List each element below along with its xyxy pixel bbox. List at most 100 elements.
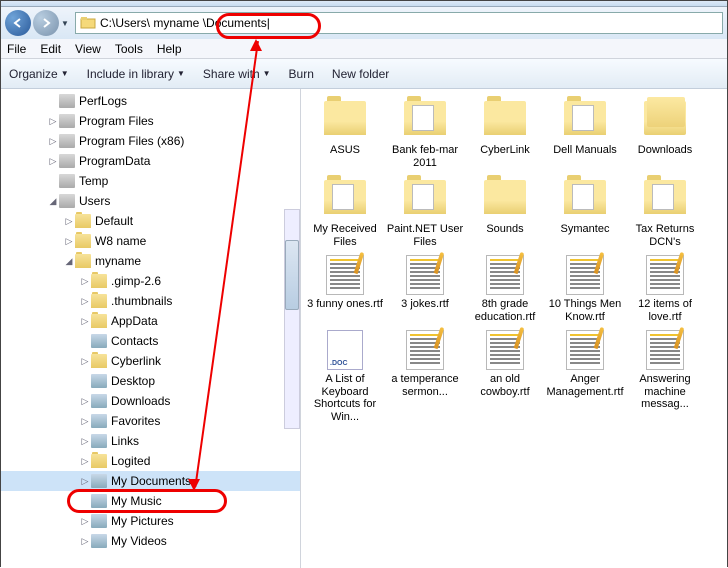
file-item[interactable]: Tax Returns DCN's [625, 176, 705, 249]
file-item[interactable]: My Received Files [305, 176, 385, 249]
tree-item[interactable]: Temp [1, 171, 300, 191]
tree-item[interactable]: ▷Program Files [1, 111, 300, 131]
expander-icon[interactable]: ▷ [79, 296, 91, 307]
tree-item[interactable]: ▷Logited [1, 451, 300, 471]
tree-item[interactable]: ▷ .thumbnails [1, 291, 300, 311]
file-label: Answering machine messag... [625, 373, 705, 411]
expander-icon[interactable]: ▷ [79, 456, 91, 467]
tree-item[interactable]: My Music [1, 491, 300, 511]
folder-icon [321, 180, 369, 220]
tree-item-label: My Music [111, 494, 162, 508]
file-item[interactable]: 10 Things Men Know.rtf [545, 255, 625, 324]
drive-icon [59, 134, 75, 148]
tree-item[interactable]: ▷Downloads [1, 391, 300, 411]
file-item[interactable]: Paint.NET User Files [385, 176, 465, 249]
tree-item[interactable]: Contacts [1, 331, 300, 351]
file-item[interactable]: CyberLink [465, 97, 545, 170]
scrollbar-thumb[interactable] [285, 240, 299, 310]
file-item[interactable]: 8th grade education.rtf [465, 255, 545, 324]
file-item[interactable]: Answering machine messag... [625, 330, 705, 424]
menu-tools[interactable]: Tools [115, 42, 143, 56]
address-bar[interactable]: C:\Users\ myname \Documents| [75, 12, 723, 34]
tree-item[interactable]: ▷ProgramData [1, 151, 300, 171]
tree-item[interactable]: ▷My Videos [1, 531, 300, 551]
history-dropdown[interactable]: ▼ [61, 19, 73, 28]
tree-item[interactable]: ▷Default [1, 211, 300, 231]
file-item[interactable]: Dell Manuals [545, 97, 625, 170]
chevron-down-icon: ▼ [177, 69, 185, 78]
forward-button[interactable] [33, 10, 59, 36]
file-item[interactable]: 12 items of love.rtf [625, 255, 705, 324]
menu-help[interactable]: Help [157, 42, 182, 56]
file-item[interactable]: 3 funny ones.rtf [305, 255, 385, 324]
expander-icon[interactable]: ◢ [63, 256, 75, 267]
expander-icon[interactable]: ▷ [47, 136, 59, 147]
file-item[interactable]: a temperance sermon... [385, 330, 465, 424]
sys-icon [91, 494, 107, 508]
expander-icon[interactable]: ▷ [47, 156, 59, 167]
rtf-icon [481, 330, 529, 370]
drive-icon [59, 174, 75, 188]
expander-icon[interactable]: ▷ [79, 536, 91, 547]
tree-item[interactable]: Desktop [1, 371, 300, 391]
file-item[interactable]: 3 jokes.rtf [385, 255, 465, 324]
file-label: ASUS [305, 144, 385, 170]
expander-icon[interactable]: ◢ [47, 196, 59, 207]
folder-icon [321, 101, 369, 141]
file-item[interactable]: Bank feb-mar 2011 [385, 97, 465, 170]
new-folder-button[interactable]: New folder [332, 67, 389, 81]
expander-icon[interactable]: ▷ [79, 416, 91, 427]
file-item[interactable]: Downloads [625, 97, 705, 170]
tree-item[interactable]: ▷ My Documents [1, 471, 300, 491]
tree-item[interactable]: ▷Links [1, 431, 300, 451]
tree-item-label: My Documents [111, 474, 191, 488]
file-item[interactable]: A List of Keyboard Shortcuts for Win... [305, 330, 385, 424]
tree-item[interactable]: ▷My Pictures [1, 511, 300, 531]
tree-item[interactable]: ▷Cyberlink [1, 351, 300, 371]
expander-icon[interactable]: ▷ [79, 516, 91, 527]
tree-item[interactable]: ▷Program Files (x86) [1, 131, 300, 151]
back-button[interactable] [5, 10, 31, 36]
tree-item-label: Temp [79, 174, 108, 188]
tree-item-label: .thumbnails [111, 294, 172, 308]
expander-icon[interactable]: ▷ [79, 276, 91, 287]
file-item[interactable]: an old cowboy.rtf [465, 330, 545, 424]
expander-icon[interactable]: ▷ [63, 236, 75, 247]
share-with-button[interactable]: Share with ▼ [203, 67, 271, 81]
sys-icon [91, 414, 107, 428]
folder-icon [561, 101, 609, 141]
menu-edit[interactable]: Edit [40, 42, 61, 56]
sidebar-scrollbar[interactable] [284, 209, 300, 429]
expander-icon[interactable]: ▷ [63, 216, 75, 227]
expander-icon[interactable]: ▷ [79, 396, 91, 407]
drive-icon [59, 114, 75, 128]
tree-item[interactable]: ▷AppData [1, 311, 300, 331]
folder-icon [80, 15, 96, 31]
tree-item[interactable]: ▷Favorites [1, 411, 300, 431]
organize-button[interactable]: Organize ▼ [9, 67, 69, 81]
menu-view[interactable]: View [75, 42, 101, 56]
expander-icon[interactable]: ▷ [79, 476, 91, 487]
menu-file[interactable]: File [7, 42, 26, 56]
tree-item[interactable]: PerfLogs [1, 91, 300, 111]
sys-icon [91, 394, 107, 408]
file-item[interactable]: Symantec [545, 176, 625, 249]
tree-item[interactable]: ▷W8 name [1, 231, 300, 251]
file-item[interactable]: ASUS [305, 97, 385, 170]
tree-item[interactable]: ◢myname [1, 251, 300, 271]
tree-item[interactable]: ◢Users [1, 191, 300, 211]
tree-item[interactable]: ▷.gimp-2.6 [1, 271, 300, 291]
main-area: PerfLogs▷Program Files▷Program Files (x8… [1, 89, 727, 568]
file-label: Paint.NET User Files [385, 223, 465, 249]
file-label: 8th grade education.rtf [465, 298, 545, 324]
file-label: Downloads [625, 144, 705, 170]
file-label: Dell Manuals [545, 144, 625, 170]
expander-icon[interactable]: ▷ [79, 356, 91, 367]
include-in-library-button[interactable]: Include in library ▼ [87, 67, 185, 81]
burn-button[interactable]: Burn [289, 67, 314, 81]
expander-icon[interactable]: ▷ [79, 316, 91, 327]
file-item[interactable]: Anger Management.rtf [545, 330, 625, 424]
file-item[interactable]: Sounds [465, 176, 545, 249]
expander-icon[interactable]: ▷ [47, 116, 59, 127]
expander-icon[interactable]: ▷ [79, 436, 91, 447]
